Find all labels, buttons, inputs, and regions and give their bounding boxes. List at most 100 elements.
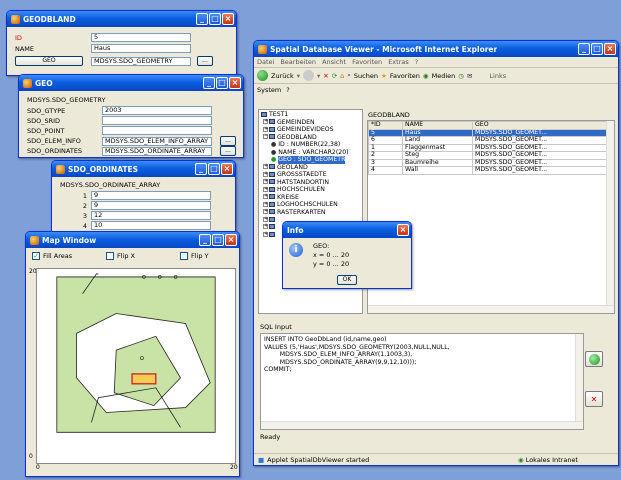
tree-root[interactable]: TEST1 xyxy=(261,111,360,119)
id-field[interactable]: 5 xyxy=(91,33,191,42)
geo-button[interactable]: GEO xyxy=(15,56,83,66)
ordinate-field[interactable]: 9 xyxy=(91,191,211,200)
ordinates-titlebar[interactable]: SDO_ORDINATES _ □ × xyxy=(52,161,235,177)
close-button[interactable]: × xyxy=(229,77,241,89)
maximize-button[interactable]: □ xyxy=(591,43,603,55)
tree-item[interactable]: + KREISE xyxy=(261,194,360,202)
table-row[interactable]: 6 Land MDSYS.SDO_GEOMET... xyxy=(368,136,608,145)
sdo-srid-field[interactable] xyxy=(102,116,212,125)
close-button[interactable]: × xyxy=(604,43,616,55)
tree-item[interactable]: + GEOLAND xyxy=(261,164,360,172)
maximize-button[interactable]: □ xyxy=(208,163,220,175)
tree-item[interactable]: + GEMEINDEN xyxy=(261,119,360,127)
ordinate-index: 3 xyxy=(82,211,87,220)
sdo-point-field[interactable] xyxy=(102,126,212,135)
links-label[interactable]: Links xyxy=(489,72,506,80)
sql-input[interactable]: INSERT INTO GeoDbLand (id,name,geo) VALU… xyxy=(260,333,584,430)
ordinate-field[interactable]: 9 xyxy=(91,201,211,210)
minimize-button[interactable]: _ xyxy=(196,13,208,25)
menu-bearbeiten[interactable]: Bearbeiten xyxy=(280,58,316,66)
search-icon[interactable]: ⌕ xyxy=(347,71,351,80)
house-rect[interactable] xyxy=(131,373,157,385)
menu-system[interactable]: System xyxy=(257,86,281,94)
menu-extras[interactable]: Extras xyxy=(388,58,409,66)
ok-button[interactable]: OK xyxy=(337,275,357,285)
column-header-geo[interactable]: GEO xyxy=(472,121,608,130)
minimize-button[interactable]: _ xyxy=(199,234,211,246)
info-line: y = 0 ... 20 xyxy=(313,260,350,268)
info-titlebar[interactable]: Info × xyxy=(283,222,411,238)
table-vertical-scrollbar[interactable] xyxy=(606,121,614,305)
back-button[interactable]: Zurück xyxy=(271,72,294,80)
home-icon[interactable]: ⌂ xyxy=(340,72,344,80)
sql-horizontal-scrollbar[interactable] xyxy=(261,421,583,429)
stop-icon[interactable]: ✕ xyxy=(323,72,328,80)
media-icon[interactable]: ◉ xyxy=(423,72,429,80)
name-field[interactable]: Haus xyxy=(91,44,191,53)
clear-sql-button[interactable]: ✕ xyxy=(585,391,603,407)
history-icon[interactable]: ◷ xyxy=(458,72,464,80)
map-titlebar[interactable]: Map Window _ □ × xyxy=(26,232,239,248)
data-table: *ID NAME GEO 5 Haus MDSYS.SDO_GEOMET... 6L… xyxy=(368,121,608,175)
tree-item[interactable]: + GROSSSTAEDTE xyxy=(261,171,360,179)
tree-item[interactable]: + RASTERKARTEN xyxy=(261,209,360,217)
minimize-button[interactable]: _ xyxy=(203,77,215,89)
column-header-id[interactable]: *ID xyxy=(368,121,403,130)
sdo-gtype-field[interactable]: 2003 xyxy=(102,106,212,115)
tree-item[interactable]: + LOGHOCHSCHULEN xyxy=(261,201,360,209)
close-button[interactable]: × xyxy=(225,234,237,246)
ordinates-more-button[interactable]: ... xyxy=(220,146,236,156)
maximize-button[interactable]: □ xyxy=(209,13,221,25)
table-horizontal-scrollbar[interactable] xyxy=(368,305,614,313)
elem-info-more-button[interactable]: ... xyxy=(220,136,236,146)
geo-more-button[interactable]: ... xyxy=(197,56,213,66)
back-arrow-icon[interactable] xyxy=(257,70,268,81)
close-button[interactable]: × xyxy=(222,13,234,25)
maximize-button[interactable]: □ xyxy=(212,234,224,246)
refresh-icon[interactable]: ⟳ xyxy=(332,72,337,80)
menu-datei[interactable]: Datei xyxy=(257,58,274,66)
ie-statusbar: ■ Applet SpatialDbViewer started ◉ Lokal… xyxy=(254,453,618,465)
ordinate-field[interactable]: 10 xyxy=(91,221,211,230)
menu-applet-help[interactable]: ? xyxy=(286,86,289,94)
geo-titlebar[interactable]: GEO _ □ × xyxy=(19,75,243,91)
flip-x-checkbox[interactable] xyxy=(106,252,114,260)
menu-favoriten[interactable]: Favoriten xyxy=(352,58,382,66)
sdo-elem-info-field[interactable]: MDSYS.SDO_ELEM_INFO_ARRAY xyxy=(102,136,212,146)
media-button[interactable]: Medien xyxy=(432,72,456,80)
search-button[interactable]: Suchen xyxy=(354,72,378,80)
flip-y-checkbox[interactable] xyxy=(180,252,188,260)
info-close-button[interactable]: × xyxy=(397,224,409,236)
menu-help[interactable]: ? xyxy=(415,58,418,66)
sdo-ordinates-field[interactable]: MDSYS.SDO_ORDINATE_ARRAY xyxy=(102,146,212,156)
minimize-button[interactable]: _ xyxy=(195,163,207,175)
geodbland-titlebar[interactable]: GEODBLAND _ □ × xyxy=(7,11,236,27)
menu-ansicht[interactable]: Ansicht xyxy=(322,58,346,66)
favorites-star-icon[interactable]: ★ xyxy=(381,72,387,80)
tree-item[interactable]: + GEMEINDEVIDEOS xyxy=(261,126,360,134)
maximize-button[interactable]: □ xyxy=(216,77,228,89)
minimize-button[interactable]: _ xyxy=(578,43,590,55)
close-button[interactable]: × xyxy=(221,163,233,175)
applet-menubar: System ? xyxy=(254,84,618,95)
tree-column[interactable]: ● ID : NUMBER(22,38) xyxy=(261,141,360,149)
tree-item[interactable]: + HATSTANDORTIN xyxy=(261,179,360,187)
tree-column[interactable]: ● GEO : SDO_GEOMETR xyxy=(261,156,360,164)
forward-arrow-icon[interactable] xyxy=(302,70,314,81)
geo-field[interactable]: MDSYS.SDO_GEOMETRY xyxy=(91,56,191,66)
column-header-name[interactable]: NAME xyxy=(402,121,473,130)
tree-item[interactable]: + HOCHSCHULEN xyxy=(261,186,360,194)
table-row[interactable]: 2 Steg MDSYS.SDO_GEOMET... xyxy=(368,151,608,160)
table-row[interactable]: 4 Wall MDSYS.SDO_GEOMET... xyxy=(368,166,608,175)
tree-column[interactable]: ● NAME : VARCHAR2(20) xyxy=(261,149,360,157)
favorites-button[interactable]: Favoriten xyxy=(390,72,420,80)
fill-areas-checkbox[interactable]: ✓ xyxy=(32,252,40,260)
tree-item[interactable]: − GEODBLAND xyxy=(261,134,360,142)
ordinate-field[interactable]: 12 xyxy=(91,211,211,220)
execute-sql-button[interactable] xyxy=(585,351,603,367)
ie-titlebar[interactable]: Spatial Database Viewer - Microsoft Inte… xyxy=(254,41,618,57)
map-canvas[interactable] xyxy=(36,268,236,464)
mail-icon[interactable]: ✉ xyxy=(467,72,472,80)
ordinates-title: SDO_ORDINATES xyxy=(68,164,139,174)
sql-vertical-scrollbar[interactable] xyxy=(575,334,583,421)
